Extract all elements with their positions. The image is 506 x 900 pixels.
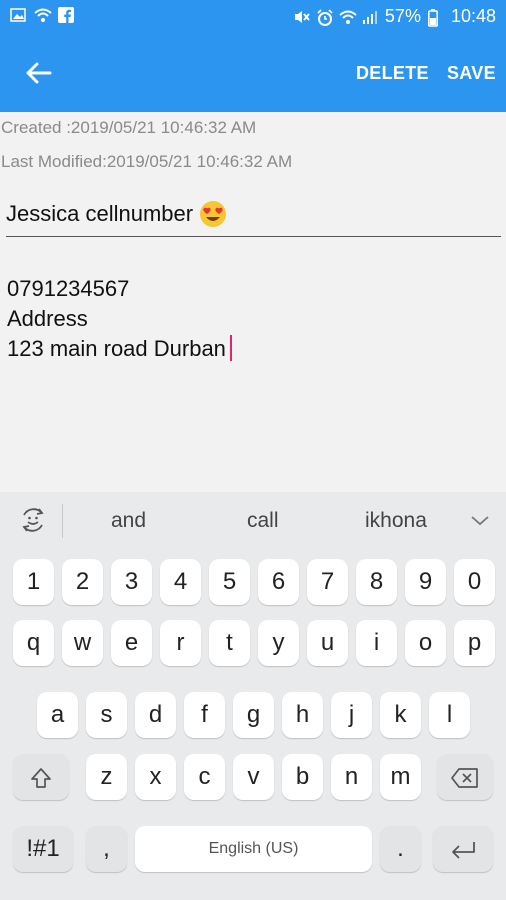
alarm-icon <box>316 8 333 26</box>
key-n[interactable]: n <box>331 754 372 800</box>
key-g[interactable]: g <box>233 692 274 738</box>
suggestion-bar: and call ikhona <box>0 492 506 550</box>
key-3[interactable]: 3 <box>111 559 152 605</box>
key-7[interactable]: 7 <box>307 559 348 605</box>
note-title-field[interactable]: Jessica cellnumber <box>6 200 501 237</box>
enter-key[interactable] <box>433 826 493 872</box>
key-y[interactable]: y <box>258 620 299 666</box>
save-button[interactable]: SAVE <box>447 63 496 84</box>
key-j[interactable]: j <box>331 692 372 738</box>
key-8[interactable]: 8 <box>356 559 397 605</box>
backspace-icon <box>451 767 478 788</box>
mute-icon <box>293 9 310 25</box>
key-6[interactable]: 6 <box>258 559 299 605</box>
key-z[interactable]: z <box>86 754 127 800</box>
wifi-signal-icon <box>339 9 357 25</box>
key-v[interactable]: v <box>233 754 274 800</box>
key-u[interactable]: u <box>307 620 348 666</box>
emoji-refresh-icon[interactable] <box>18 505 48 535</box>
key-w[interactable]: w <box>62 620 103 666</box>
suggestion-1[interactable]: and <box>111 509 146 533</box>
key-q[interactable]: q <box>13 620 54 666</box>
divider <box>62 504 63 538</box>
key-c[interactable]: c <box>184 754 225 800</box>
key-b[interactable]: b <box>282 754 323 800</box>
clock: 10:48 <box>450 6 496 26</box>
shift-key[interactable] <box>13 754 69 800</box>
status-bar: 57% 10:48 <box>0 0 506 34</box>
key-9[interactable]: 9 <box>405 559 446 605</box>
chevron-down-icon[interactable] <box>470 510 490 530</box>
app-bar: DELETE SAVE <box>0 34 506 112</box>
body-line: Address <box>7 306 88 331</box>
key-s[interactable]: s <box>86 692 127 738</box>
backspace-key[interactable] <box>437 754 493 800</box>
delete-button[interactable]: DELETE <box>356 63 429 84</box>
shift-icon <box>31 767 51 788</box>
note-body-field[interactable]: 0791234567 Address 123 main road Durban <box>7 274 232 364</box>
body-line: 0791234567 <box>7 276 130 301</box>
key-r[interactable]: r <box>160 620 201 666</box>
key-t[interactable]: t <box>209 620 250 666</box>
key-h[interactable]: h <box>282 692 323 738</box>
suggestion-2[interactable]: call <box>247 509 279 533</box>
key-a[interactable]: a <box>37 692 78 738</box>
note-title-text: Jessica cellnumber <box>6 201 194 226</box>
cell-signal-icon <box>362 9 378 25</box>
body-line: 123 main road Durban <box>7 336 226 361</box>
key-i[interactable]: i <box>356 620 397 666</box>
keyboard: and call ikhona 1 2 3 4 5 6 7 8 9 0 q w … <box>0 492 506 900</box>
key-2[interactable]: 2 <box>62 559 103 605</box>
facebook-icon <box>58 7 74 23</box>
key-e[interactable]: e <box>111 620 152 666</box>
modified-timestamp: Last Modified:2019/05/21 10:46:32 AM <box>1 152 293 171</box>
image-icon <box>10 7 26 23</box>
comma-key[interactable]: , <box>86 826 127 872</box>
key-l[interactable]: l <box>429 692 470 738</box>
heart-eyes-emoji-icon <box>199 200 227 228</box>
key-m[interactable]: m <box>380 754 421 800</box>
key-o[interactable]: o <box>405 620 446 666</box>
key-k[interactable]: k <box>380 692 421 738</box>
key-p[interactable]: p <box>454 620 495 666</box>
key-0[interactable]: 0 <box>454 559 495 605</box>
battery-icon <box>427 8 444 27</box>
battery-percent: 57% <box>384 6 421 26</box>
key-5[interactable]: 5 <box>209 559 250 605</box>
key-x[interactable]: x <box>135 754 176 800</box>
text-cursor <box>229 335 232 361</box>
wifi-icon <box>34 7 52 23</box>
enter-icon <box>452 841 475 859</box>
key-f[interactable]: f <box>184 692 225 738</box>
back-arrow-icon[interactable] <box>22 56 56 90</box>
symbols-key[interactable]: !#1 <box>13 826 73 872</box>
period-key[interactable]: . <box>380 826 421 872</box>
key-d[interactable]: d <box>135 692 176 738</box>
suggestion-3[interactable]: ikhona <box>365 509 427 533</box>
created-timestamp: Created :2019/05/21 10:46:32 AM <box>1 118 257 137</box>
key-1[interactable]: 1 <box>13 559 54 605</box>
key-4[interactable]: 4 <box>160 559 201 605</box>
space-key[interactable]: English (US) <box>135 826 372 872</box>
